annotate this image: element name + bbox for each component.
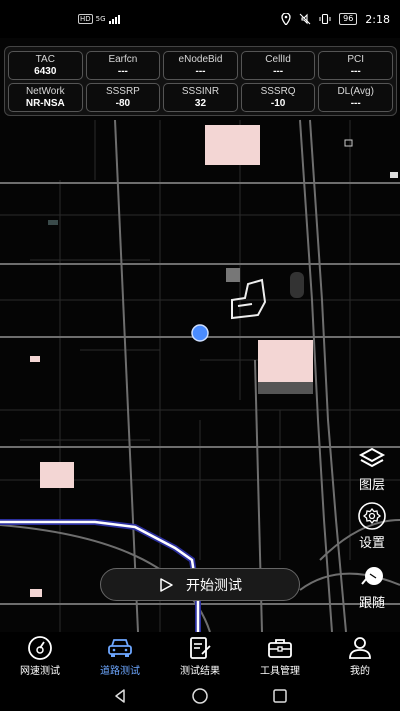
- layers-icon: [356, 442, 388, 474]
- info-value: ---: [195, 65, 206, 77]
- info-label: DL(Avg): [337, 85, 374, 97]
- follow-label: 跟随: [358, 596, 385, 611]
- info-cell-dl-avg: DL(Avg) ---: [318, 83, 393, 112]
- tab-label: 测试结果: [180, 666, 220, 677]
- network-type: 5G: [95, 15, 106, 23]
- result-doc-icon: [186, 634, 214, 662]
- map-canvas[interactable]: [0, 38, 400, 632]
- layers-label: 图层: [358, 478, 385, 493]
- info-cell-sssrq: SSSRQ -10: [240, 83, 316, 112]
- tab-label: 网速测试: [20, 666, 60, 677]
- start-test-label: 开始测试: [186, 577, 242, 594]
- speedometer-icon: [26, 634, 54, 662]
- follow-button[interactable]: 跟随: [352, 560, 392, 611]
- info-cell-pci: PCI ---: [318, 51, 393, 80]
- vibrate-icon: [319, 13, 331, 25]
- info-cell-earfcn: Earfcn ---: [85, 51, 161, 80]
- cell-info-panel: TAC 6430 Earfcn --- eNodeBid --- CellId --- …: [4, 46, 397, 116]
- info-label: PCI: [347, 53, 365, 65]
- start-test-button[interactable]: 开始测试: [100, 568, 300, 601]
- current-location-marker: [191, 324, 209, 342]
- battery-indicator: 96: [339, 13, 358, 25]
- status-time: 2:18: [365, 12, 390, 26]
- layers-button[interactable]: 图层: [352, 442, 392, 493]
- status-bar: HD 5G 96 2:18: [0, 0, 400, 38]
- info-value: ---: [117, 65, 128, 77]
- info-value: -80: [115, 97, 131, 109]
- info-label: TAC: [35, 53, 55, 65]
- tab-label: 道路测试: [100, 666, 140, 677]
- info-cell-cellid: CellId ---: [240, 51, 316, 80]
- bottom-tab-bar: 网速测试 道路测试 测试结果 工具管理 我的: [0, 632, 400, 680]
- info-label: SSSRQ: [260, 85, 296, 97]
- info-value: ---: [350, 97, 361, 109]
- map-settings-button[interactable]: 设置: [352, 500, 392, 551]
- user-icon: [346, 634, 374, 662]
- info-label: SSSRP: [105, 85, 140, 97]
- back-icon[interactable]: [112, 688, 128, 704]
- location-icon: [281, 13, 291, 25]
- car-icon: [106, 634, 134, 662]
- navigation-arrow-icon: [356, 560, 388, 592]
- signal-icon: [108, 15, 120, 24]
- info-cell-network: NetWork NR-NSA: [8, 83, 83, 112]
- info-cell-sssinr: SSSINR 32: [163, 83, 238, 112]
- info-value: 6430: [34, 65, 57, 77]
- toolbox-icon: [266, 634, 294, 662]
- info-cell-sssrp: SSSRP -80: [85, 83, 161, 112]
- gear-icon: [356, 500, 388, 532]
- info-value: ---: [350, 65, 361, 77]
- mute-icon: [299, 13, 311, 25]
- status-right: 96 2:18: [281, 13, 390, 26]
- tab-label: 我的: [350, 666, 370, 677]
- info-value: NR-NSA: [25, 97, 65, 109]
- info-label: CellId: [265, 53, 291, 65]
- system-nav-bar: [0, 680, 400, 711]
- info-label: NetWork: [25, 85, 65, 97]
- recent-apps-icon[interactable]: [272, 688, 288, 704]
- info-value: 32: [194, 97, 207, 109]
- info-label: eNodeBid: [178, 53, 223, 65]
- hd-badge: HD: [78, 14, 93, 24]
- tab-mine[interactable]: 我的: [320, 632, 400, 680]
- info-value: ---: [273, 65, 284, 77]
- info-cell-tac: TAC 6430: [8, 51, 83, 80]
- info-cell-enodebid: eNodeBid ---: [163, 51, 238, 80]
- tab-test-results[interactable]: 测试结果: [160, 632, 240, 680]
- info-label: SSSINR: [181, 85, 220, 97]
- info-label: Earfcn: [108, 53, 138, 65]
- tab-road-test[interactable]: 道路测试: [80, 632, 160, 680]
- map-view[interactable]: [0, 38, 400, 632]
- tab-label: 工具管理: [260, 666, 300, 677]
- tab-speed-test[interactable]: 网速测试: [0, 632, 80, 680]
- tab-tool-management[interactable]: 工具管理: [240, 632, 320, 680]
- home-icon[interactable]: [191, 687, 209, 705]
- play-icon: [160, 577, 173, 592]
- info-value: -10: [270, 97, 286, 109]
- settings-label: 设置: [358, 536, 385, 551]
- status-left: HD 5G: [78, 14, 123, 24]
